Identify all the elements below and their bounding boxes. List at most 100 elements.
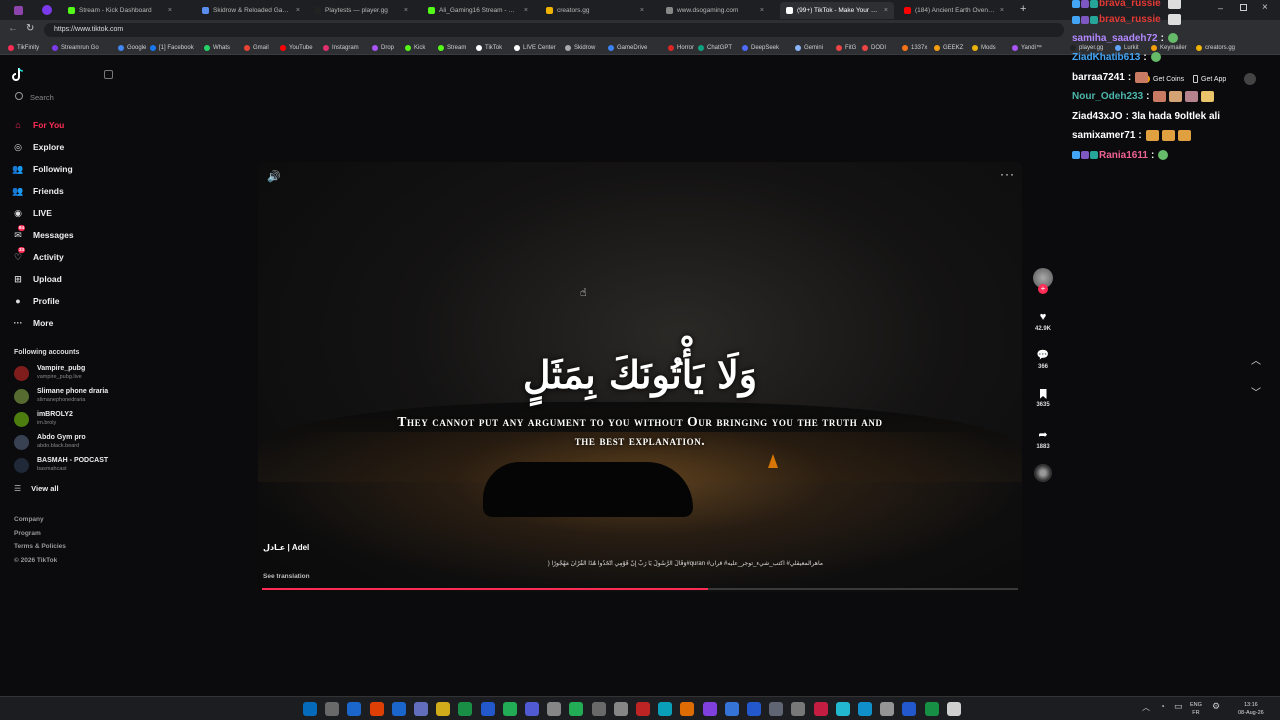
- taskbar-search-icon[interactable]: [325, 702, 340, 716]
- bookmark-item[interactable]: Whats: [204, 42, 230, 53]
- bookmark-item[interactable]: Mods: [972, 42, 996, 53]
- tab-close-icon[interactable]: ×: [756, 7, 764, 14]
- bookmark-item[interactable]: Skidrow: [565, 42, 595, 53]
- following-account-item[interactable]: Slimane phone draria slimanephonedraria: [14, 387, 124, 407]
- tab-close-icon[interactable]: ×: [880, 7, 888, 14]
- comment-button[interactable]: 💬 366: [1033, 350, 1053, 370]
- minimize-button[interactable]: –: [1218, 3, 1223, 13]
- bookmark-item[interactable]: LIVE Center: [514, 42, 556, 53]
- taskbar-app-icon[interactable]: [636, 702, 650, 716]
- more-options-icon[interactable]: ···: [1000, 167, 1015, 181]
- tray-overflow-icon[interactable]: ︿: [1142, 702, 1150, 713]
- taskbar-app-icon[interactable]: [902, 702, 917, 716]
- sound-disc-icon[interactable]: [1033, 464, 1053, 482]
- taskbar-app-icon[interactable]: [369, 702, 384, 716]
- tiktok-logo-icon[interactable]: [12, 67, 24, 82]
- taskbar-app-icon[interactable]: [414, 702, 428, 716]
- tab-close-icon[interactable]: ×: [520, 7, 528, 14]
- tab-close-icon[interactable]: ×: [400, 7, 408, 14]
- taskbar-app-icon[interactable]: [480, 702, 495, 716]
- bookmark-item[interactable]: Instagram: [323, 42, 359, 53]
- bookmark-item[interactable]: [1] Facebook: [150, 42, 194, 53]
- browser-tab[interactable]: Playtests — player.gg ×: [308, 2, 414, 19]
- browser-tab[interactable]: Skidrow & Reloaded Games – Do×: [196, 2, 306, 19]
- bookmark-item[interactable]: GEEKZ: [934, 42, 963, 53]
- nav-item-following[interactable]: 👥 Following: [12, 161, 72, 177]
- tab-close-icon[interactable]: ×: [636, 7, 644, 14]
- bookmark-item[interactable]: Gmail: [244, 42, 269, 53]
- taskbar-app-icon[interactable]: [858, 702, 872, 716]
- taskbar-app-icon[interactable]: [791, 702, 806, 716]
- maximize-button[interactable]: [1240, 4, 1247, 11]
- bookmark-item[interactable]: DeepSeek: [742, 42, 779, 53]
- follow-plus-icon[interactable]: +: [1038, 284, 1048, 294]
- nav-item-friends[interactable]: 👥 Friends: [12, 183, 63, 199]
- bookmark-item[interactable]: TikTok: [476, 42, 502, 53]
- bookmark-item[interactable]: Gemini: [795, 42, 823, 53]
- taskbar-app-icon[interactable]: [569, 702, 584, 716]
- see-translation-link[interactable]: See translation: [263, 573, 310, 580]
- start-menu-icon[interactable]: [303, 702, 317, 716]
- footer-link[interactable]: Company: [14, 516, 44, 523]
- following-account-item[interactable]: BASMAH - PODCAST basmahcast: [14, 456, 124, 476]
- nav-item-profile[interactable]: ● Profile: [12, 293, 59, 309]
- taskbar-app-icon[interactable]: [613, 702, 628, 716]
- bookmark-item[interactable]: Horror: [668, 42, 694, 53]
- video-player[interactable]: 🔊 ··· وَلَا يَأْتُونَكَ بِمَثَلٍ They ca…: [258, 162, 1022, 592]
- nav-item-upload[interactable]: ⊞ Upload: [12, 271, 62, 287]
- browser-menu-icon[interactable]: [14, 6, 23, 15]
- browser-tab[interactable]: www.dsogaming.com ×: [660, 2, 770, 19]
- scroll-up-button[interactable]: ︿: [1251, 352, 1261, 367]
- following-account-item[interactable]: Abdo Gym pro abdo.black.beard: [14, 433, 124, 453]
- bookmark-item[interactable]: Drop: [372, 42, 394, 53]
- nav-item-live[interactable]: ◉ LIVE: [12, 205, 52, 221]
- taskbar-app-icon[interactable]: [946, 702, 961, 716]
- search-bar[interactable]: Search: [12, 90, 122, 106]
- taskbar-app-icon[interactable]: [702, 702, 717, 716]
- tab-close-icon[interactable]: ×: [996, 7, 1004, 14]
- nav-item-messages[interactable]: ✉ 84 Messages: [12, 225, 74, 243]
- wifi-icon[interactable]: ◔: [1160, 702, 1165, 711]
- taskbar-app-icon[interactable]: [680, 702, 695, 716]
- taskbar-app-icon[interactable]: [924, 702, 939, 716]
- taskbar-app-icon[interactable]: [835, 702, 850, 716]
- share-button[interactable]: ➦ 1883: [1033, 428, 1053, 450]
- bookmark-item[interactable]: DODI: [862, 42, 886, 53]
- view-all-link[interactable]: ☰ View all: [14, 484, 59, 493]
- tab-close-icon[interactable]: ×: [164, 7, 172, 14]
- browser-tab[interactable]: creators.gg ×: [540, 2, 650, 19]
- taskbar-app-icon[interactable]: [658, 702, 673, 716]
- browser-tab[interactable]: Ali_Gaming16 Stream - Watch Liv×: [422, 2, 534, 19]
- video-progress-bar[interactable]: [262, 588, 1018, 590]
- bookmark-item[interactable]: Streamrun Go: [52, 42, 99, 53]
- language-indicator[interactable]: ENG FR: [1190, 701, 1202, 717]
- search-input[interactable]: Search: [30, 93, 54, 102]
- bookmark-item[interactable]: YouTube: [280, 42, 313, 53]
- taskbar-app-icon[interactable]: [547, 702, 562, 716]
- save-button[interactable]: 3635: [1033, 389, 1053, 408]
- taskbar-app-icon[interactable]: [813, 702, 828, 716]
- nav-item-more[interactable]: ··· More: [12, 315, 54, 331]
- creator-avatar[interactable]: +: [1033, 268, 1053, 294]
- taskbar-app-icon[interactable]: [502, 702, 517, 716]
- volume-icon[interactable]: 🔊: [267, 170, 281, 183]
- browser-tab[interactable]: (99+) TikTok - Make Your Day ×: [780, 2, 894, 19]
- taskbar-app-icon[interactable]: [769, 702, 784, 716]
- battery-icon[interactable]: ▭: [1174, 701, 1183, 712]
- bookmark-item[interactable]: ChatGPT: [698, 42, 732, 53]
- clock[interactable]: 13:16 08-Aug-26: [1238, 701, 1264, 717]
- nav-item-for-you[interactable]: ⌂ For You: [12, 117, 64, 133]
- get-app-button[interactable]: Get App: [1193, 75, 1226, 83]
- taskbar-app-icon[interactable]: [391, 702, 406, 716]
- scroll-down-button[interactable]: ﹀: [1251, 384, 1261, 399]
- like-button[interactable]: ♥ 42.9K: [1033, 311, 1053, 332]
- url-input[interactable]: https://www.tiktok.com: [44, 23, 1064, 37]
- following-account-item[interactable]: imBROLY2 im.broly: [14, 410, 124, 430]
- following-account-item[interactable]: Vampire_pubg vampire_pubg.live: [14, 364, 124, 384]
- footer-link[interactable]: Terms & Policies: [14, 543, 66, 550]
- collapse-sidebar-icon[interactable]: [104, 70, 113, 79]
- taskbar-app-icon[interactable]: [747, 702, 761, 716]
- tab-search-icon[interactable]: [42, 5, 52, 15]
- taskbar-app-icon[interactable]: [591, 702, 606, 716]
- settings-icon[interactable]: ⚙: [1212, 701, 1220, 712]
